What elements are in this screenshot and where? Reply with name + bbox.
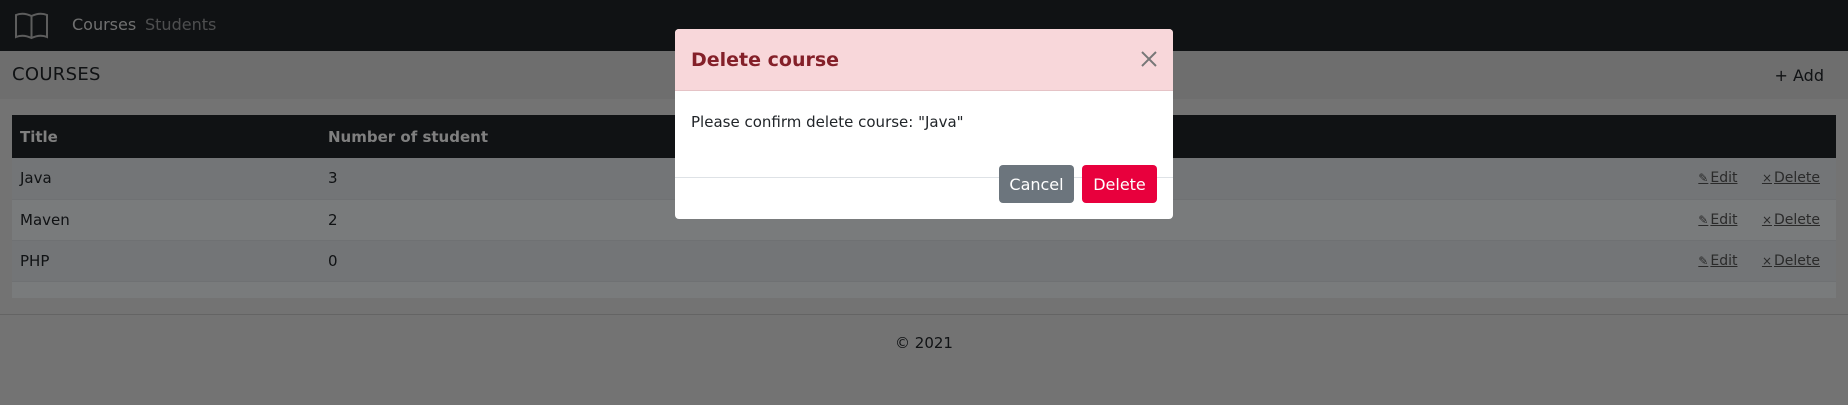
cancel-button[interactable]: Cancel xyxy=(999,165,1074,203)
close-icon[interactable] xyxy=(1139,49,1159,69)
modal-header: Delete course xyxy=(675,29,1173,91)
modal-message: Please confirm delete course: "Java" xyxy=(691,113,964,131)
modal-title: Delete course xyxy=(691,49,840,71)
delete-button[interactable]: Delete xyxy=(1082,165,1157,203)
